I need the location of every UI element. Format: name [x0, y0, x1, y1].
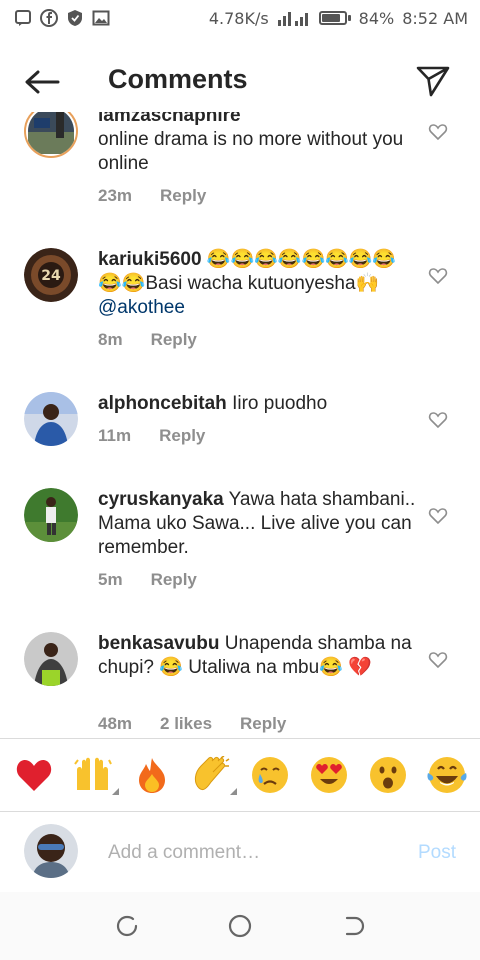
- like-button[interactable]: [428, 410, 448, 430]
- network-speed: 4.78K/s: [208, 8, 269, 28]
- chat-icon: [14, 9, 32, 27]
- fire-icon: [138, 758, 165, 793]
- crying-face-icon: [251, 757, 288, 793]
- home-button[interactable]: [220, 906, 260, 946]
- tears-of-joy-icon: [426, 757, 467, 793]
- comment-meta: 48m 2 likes Reply: [98, 714, 286, 734]
- comment-body: online drama is no more without you onli…: [98, 129, 404, 174]
- reaction-crying-face[interactable]: [248, 753, 292, 797]
- comment-text: benkasavubu Unapenda shamba na chupi? 😂 …: [98, 632, 416, 680]
- post-button[interactable]: Post: [418, 842, 456, 864]
- reply-button[interactable]: Reply: [160, 186, 206, 206]
- reaction-fire[interactable]: [130, 753, 174, 797]
- comment-item: cyruskanyaka Yawa hata shambani.. Mama u…: [0, 488, 480, 608]
- avatar[interactable]: [24, 392, 78, 446]
- avatar[interactable]: 24: [24, 248, 78, 302]
- comment-text: kariuki5600 😂😂😂😂😂😂😂😂😂😂Basi wacha kutuony…: [98, 248, 416, 320]
- page-title: Comments: [108, 64, 248, 94]
- svg-text:24: 24: [41, 268, 61, 284]
- comments-list[interactable]: lamzaschaphire online drama is no more w…: [0, 112, 480, 738]
- status-bar: 4.78K/s 84% 8:52 AM: [0, 0, 480, 36]
- comment-body: Iiro puodho: [232, 393, 328, 414]
- battery-percent: 84%: [358, 8, 395, 28]
- reaction-red-heart[interactable]: [12, 753, 56, 797]
- avatar[interactable]: [24, 632, 78, 686]
- comment-text: cyruskanyaka Yawa hata shambani.. Mama u…: [98, 488, 416, 560]
- red-heart-icon: [16, 760, 51, 791]
- direct-share-button[interactable]: [414, 62, 452, 100]
- avatar[interactable]: [24, 112, 78, 158]
- heart-outline-icon: [428, 124, 448, 141]
- paper-plane-icon: [416, 66, 450, 97]
- comment-time: 11m: [98, 426, 132, 445]
- heart-outline-icon: [428, 412, 448, 429]
- my-avatar[interactable]: [24, 824, 78, 878]
- comment-item: alphoncebitah Iiro puodho 11m Reply: [0, 392, 480, 482]
- add-comment-bar: Post: [0, 812, 480, 892]
- back-button[interactable]: [22, 64, 62, 100]
- comment-item: 24 kariuki5600 😂😂😂😂😂😂😂😂😂😂Basi wacha kutu…: [0, 248, 480, 378]
- header: Comments: [0, 50, 480, 112]
- reply-button[interactable]: Reply: [151, 330, 197, 350]
- reply-button[interactable]: Reply: [151, 570, 197, 590]
- comment-username[interactable]: kariuki5600: [98, 249, 202, 270]
- comment-body: Basi wacha kutuonyesha🙌: [145, 273, 380, 294]
- comment-text: alphoncebitah Iiro puodho: [98, 392, 416, 416]
- image-icon: [92, 9, 110, 27]
- comment-meta: 11m Reply: [98, 426, 205, 446]
- heart-outline-icon: [428, 268, 448, 285]
- system-nav-bar: [0, 892, 480, 960]
- like-button[interactable]: [428, 266, 448, 286]
- reaction-heart-eyes[interactable]: [307, 753, 351, 797]
- reaction-surprised-face[interactable]: [366, 753, 410, 797]
- reply-button[interactable]: Reply: [159, 426, 205, 446]
- comment-time: 23m: [98, 186, 133, 205]
- like-button[interactable]: [428, 650, 448, 670]
- avatar[interactable]: [24, 488, 78, 542]
- back-nav-button[interactable]: [333, 906, 373, 946]
- recent-apps-button[interactable]: [107, 906, 147, 946]
- like-button[interactable]: [428, 506, 448, 526]
- comment-username[interactable]: cyruskanyaka: [98, 489, 224, 510]
- comment-input[interactable]: [108, 838, 398, 868]
- mention-link[interactable]: @akothee: [98, 297, 185, 318]
- home-circle-icon: [228, 914, 252, 938]
- comment-time: 8m: [98, 330, 123, 349]
- recents-icon: [116, 915, 137, 937]
- clock: 8:52 AM: [402, 8, 468, 28]
- comment-meta: 5m Reply: [98, 570, 197, 590]
- comment-time: 48m: [98, 714, 133, 733]
- facebook-icon: [40, 9, 58, 27]
- comment-username[interactable]: alphoncebitah: [98, 393, 227, 414]
- quick-reactions-bar: [0, 738, 480, 812]
- heart-eyes-icon: [310, 757, 347, 793]
- back-arrow-icon: [25, 70, 60, 94]
- like-button[interactable]: [428, 122, 448, 142]
- reaction-raising-hands[interactable]: [71, 753, 119, 797]
- back-nav-icon: [346, 916, 365, 936]
- reaction-clapping-hands[interactable]: [189, 753, 237, 797]
- comment-item: benkasavubu Unapenda shamba na chupi? 😂 …: [0, 632, 480, 738]
- status-right: 4.78K/s 84% 8:52 AM: [209, 9, 468, 28]
- heart-outline-icon: [428, 652, 448, 669]
- comment-username[interactable]: lamzaschaphire: [98, 112, 241, 126]
- battery-icon: [318, 11, 351, 25]
- shield-icon: [66, 9, 84, 27]
- comment-meta: 23m Reply: [98, 186, 206, 206]
- reply-button[interactable]: Reply: [240, 714, 286, 734]
- comment-username[interactable]: benkasavubu: [98, 633, 219, 654]
- clapping-hands-icon: [194, 756, 229, 791]
- comment-meta: 8m Reply: [98, 330, 197, 350]
- surprised-face-icon: [369, 757, 406, 793]
- status-left: [14, 9, 110, 27]
- reaction-tears-of-joy[interactable]: [425, 753, 469, 797]
- raising-hands-icon: [73, 757, 112, 790]
- comment-item: lamzaschaphire online drama is no more w…: [0, 112, 480, 222]
- heart-outline-icon: [428, 508, 448, 525]
- signal-icon: [277, 9, 311, 27]
- comment-time: 5m: [98, 570, 123, 589]
- likes-count[interactable]: 2 likes: [160, 714, 212, 734]
